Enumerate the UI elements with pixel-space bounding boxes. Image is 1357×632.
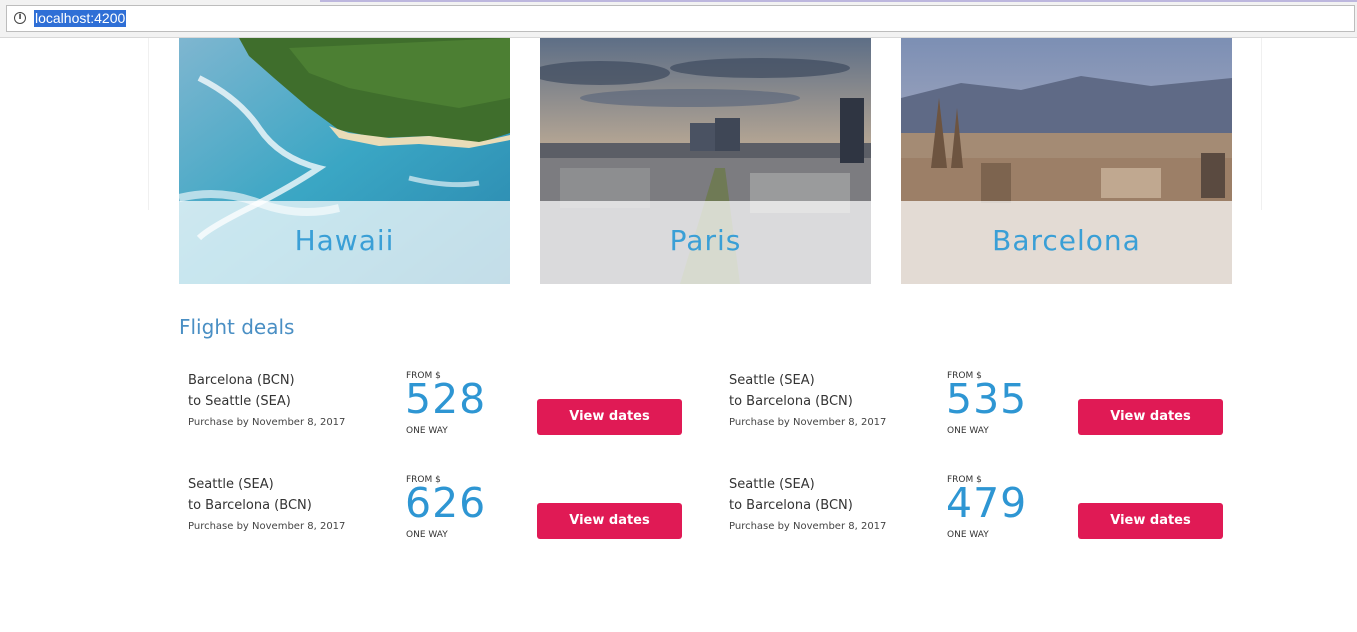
view-dates-button[interactable]: View dates [1078, 399, 1223, 435]
view-dates-button[interactable]: View dates [1078, 503, 1223, 539]
tab-strip-edge [320, 0, 1357, 2]
trip-type: ONE WAY [947, 530, 989, 540]
purchase-deadline: Purchase by November 8, 2017 [188, 417, 346, 428]
route-origin: Seattle (SEA) [188, 477, 274, 492]
deal-price: 479 [946, 479, 1028, 527]
flight-deal-item: Barcelona (BCN) to Seattle (SEA) Purchas… [179, 365, 682, 445]
view-dates-button[interactable]: View dates [537, 503, 682, 539]
destination-card-barcelona[interactable]: Barcelona [901, 38, 1232, 284]
route-destination: to Barcelona (BCN) [188, 498, 312, 513]
route-destination: to Barcelona (BCN) [729, 394, 853, 409]
purchase-deadline: Purchase by November 8, 2017 [188, 521, 346, 532]
address-bar[interactable]: i localhost:4200 [6, 5, 1355, 32]
info-icon[interactable]: i [14, 12, 26, 24]
flight-deal-item: Seattle (SEA) to Barcelona (BCN) Purchas… [179, 469, 682, 549]
browser-toolbar: i localhost:4200 [0, 0, 1357, 38]
deal-price: 535 [946, 375, 1028, 423]
destination-card-hawaii[interactable]: Hawaii [179, 38, 510, 284]
route-origin: Barcelona (BCN) [188, 373, 295, 388]
flight-deals-title: Flight deals [179, 315, 295, 339]
route-origin: Seattle (SEA) [729, 373, 815, 388]
purchase-deadline: Purchase by November 8, 2017 [729, 521, 887, 532]
view-dates-button[interactable]: View dates [537, 399, 682, 435]
url-text[interactable]: localhost:4200 [34, 10, 127, 27]
destination-name: Paris [669, 224, 742, 257]
purchase-deadline: Purchase by November 8, 2017 [729, 417, 887, 428]
trip-type: ONE WAY [406, 426, 448, 436]
trip-type: ONE WAY [406, 530, 448, 540]
deal-price: 528 [405, 375, 487, 423]
deal-price: 626 [405, 479, 487, 527]
destination-name: Hawaii [294, 224, 395, 257]
trip-type: ONE WAY [947, 426, 989, 436]
route-origin: Seattle (SEA) [729, 477, 815, 492]
flight-deal-item: Seattle (SEA) to Barcelona (BCN) Purchas… [720, 365, 1223, 445]
route-destination: to Seattle (SEA) [188, 394, 291, 409]
flight-deal-item: Seattle (SEA) to Barcelona (BCN) Purchas… [720, 469, 1223, 549]
destination-card-paris[interactable]: Paris [540, 38, 871, 284]
destination-name: Barcelona [992, 224, 1141, 257]
route-destination: to Barcelona (BCN) [729, 498, 853, 513]
